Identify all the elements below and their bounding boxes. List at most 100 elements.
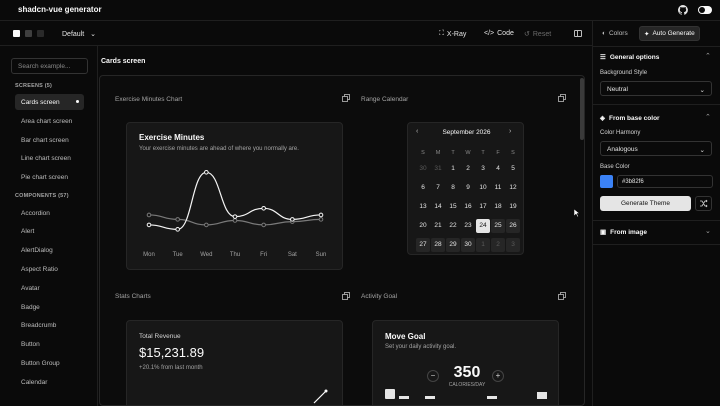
sidebar-item-alertdialog[interactable]: AlertDialog [15,242,84,258]
sparkle-icon: ✦ [644,30,650,38]
chevron-down-icon[interactable]: ⌄ [705,227,711,235]
sidebar-item-badge[interactable]: Badge [15,299,84,315]
shuffle-button[interactable] [695,196,712,211]
calendar-day[interactable]: 27 [416,238,430,252]
calendar-day[interactable]: 20 [416,219,430,233]
sidebar-item-button-group[interactable]: Button Group [15,355,84,371]
style-select[interactable]: Default ⌄ [62,30,96,38]
revenue-delta: +20.1% from last month [139,365,203,371]
swatch-gray[interactable] [25,30,32,37]
generate-theme-button[interactable]: Generate Theme [600,196,691,211]
calendar-day[interactable]: 28 [431,238,445,252]
exercise-card: Exercise Minutes Your exercise minutes a… [126,122,343,270]
calendar-day[interactable]: 5 [506,162,520,176]
sidebar-item-bar-chart[interactable]: Bar chart screen [15,132,84,148]
calendar-day[interactable]: 3 [506,238,520,252]
calendar-day[interactable]: 1 [476,238,490,252]
theme-toggle[interactable] [698,6,712,14]
sidebar-item-alert[interactable]: Alert [15,223,84,239]
swatch-dark[interactable] [37,30,44,37]
code-button[interactable]: </> Code [484,30,514,37]
bg-style-select[interactable]: Neutral ⌄ [600,81,712,96]
sidebar-item-aspect-ratio[interactable]: Aspect Ratio [15,261,84,277]
calendar-day[interactable]: 12 [506,181,520,195]
copy-icon[interactable] [342,292,350,300]
increase-button[interactable]: + [492,370,504,382]
tab-auto-generate[interactable]: ✦ Auto Generate [639,26,700,41]
reset-button[interactable]: ↺ Reset [524,30,551,39]
swatch-light[interactable] [13,30,20,37]
tab-colors[interactable]: ◐ Colors [598,26,632,41]
calendar-day[interactable]: 26 [506,219,520,233]
calendar-day[interactable]: 25 [491,219,505,233]
calendar-day[interactable]: 30 [416,162,430,176]
mouse-cursor-icon [574,209,580,218]
calendar-day[interactable]: 15 [446,200,460,214]
exercise-subtitle: Your exercise minutes are ahead of where… [139,146,299,152]
exercise-panel-label: Exercise Minutes Chart [115,96,183,103]
hex-input[interactable]: #3b82f6 [617,175,713,188]
calendar-day[interactable]: 10 [476,181,490,195]
search-input[interactable]: Search example... [11,58,88,74]
copy-icon[interactable] [558,292,566,300]
calendar-day[interactable]: 1 [446,162,460,176]
calendar-day[interactable]: 23 [461,219,475,233]
weekday-label: M [435,150,441,156]
harmony-select[interactable]: Analogous ⌄ [600,141,712,156]
calendar-day[interactable]: 14 [431,200,445,214]
x-tick-label: Wed [200,252,212,258]
calendar-day[interactable]: 17 [476,200,490,214]
sidebar-item-calendar[interactable]: Calendar [15,374,84,390]
calendar-day[interactable]: 29 [446,238,460,252]
calendar-day[interactable]: 4 [491,162,505,176]
data-point [232,214,238,219]
calendar-day[interactable]: 11 [491,181,505,195]
calendar-day[interactable]: 8 [446,181,460,195]
calendar-day[interactable]: 30 [461,238,475,252]
calendar-day[interactable]: 31 [431,162,445,176]
calendar-day[interactable]: 19 [506,200,520,214]
chevron-up-icon[interactable]: ⌃ [705,52,711,60]
calendar-day[interactable]: 2 [491,238,505,252]
sidebar-item-pie-chart[interactable]: Pie chart screen [15,169,84,185]
data-point [204,170,209,175]
activity-panel-label: Activity Goal [361,293,398,300]
sidebar-item-area-chart[interactable]: Area chart screen [15,113,84,129]
sidebar-item-button[interactable]: Button [15,336,84,352]
activity-bar [537,392,547,399]
sidebar-item-breadcrumb[interactable]: Breadcrumb [15,317,84,333]
calendar-day[interactable]: 13 [416,200,430,214]
calendar-day[interactable]: 22 [446,219,460,233]
github-icon[interactable] [678,5,688,15]
base-color-header[interactable]: ◈ From base color [600,114,660,123]
xray-label: X-Ray [446,30,467,38]
activity-bar [487,396,497,399]
x-tick-label: Sun [316,252,327,258]
chevron-up-icon[interactable]: ⌃ [705,113,711,121]
copy-icon[interactable] [342,94,350,102]
calendar-day[interactable]: 18 [491,200,505,214]
calendar-day[interactable]: 16 [461,200,475,214]
sidebar-item-avatar[interactable]: Avatar [15,280,84,296]
sidebar-item-accordion[interactable]: Accordion [15,205,84,221]
calendar-day[interactable]: 6 [416,181,430,195]
xray-button[interactable]: ⛶ X-Ray [439,30,466,38]
from-image-header[interactable]: ▣ From image [600,228,647,237]
color-picker-swatch[interactable] [600,175,613,188]
preview-canvas: Exercise Minutes Chart Exercise Minutes … [99,75,585,406]
data-point [204,222,209,228]
decrease-button[interactable]: − [427,370,439,382]
general-options-header[interactable]: ☰ General options [600,53,659,62]
calendar-day[interactable]: 24 [476,219,490,233]
panel-toggle-icon[interactable] [574,30,582,37]
calendar-day[interactable]: 3 [476,162,490,176]
calendar-day[interactable]: 7 [431,181,445,195]
exercise-line-chart: Mon Tue Wed Thu Fri Sat Sun [143,170,327,258]
preview-scrollbar[interactable] [580,78,584,140]
calendar-day[interactable]: 9 [461,181,475,195]
calendar-day[interactable]: 21 [431,219,445,233]
sidebar-item-line-chart[interactable]: Line chart screen [15,150,84,166]
sidebar-item-cards-screen[interactable]: Cards screen [15,94,84,110]
copy-icon[interactable] [558,94,566,102]
calendar-day[interactable]: 2 [461,162,475,176]
